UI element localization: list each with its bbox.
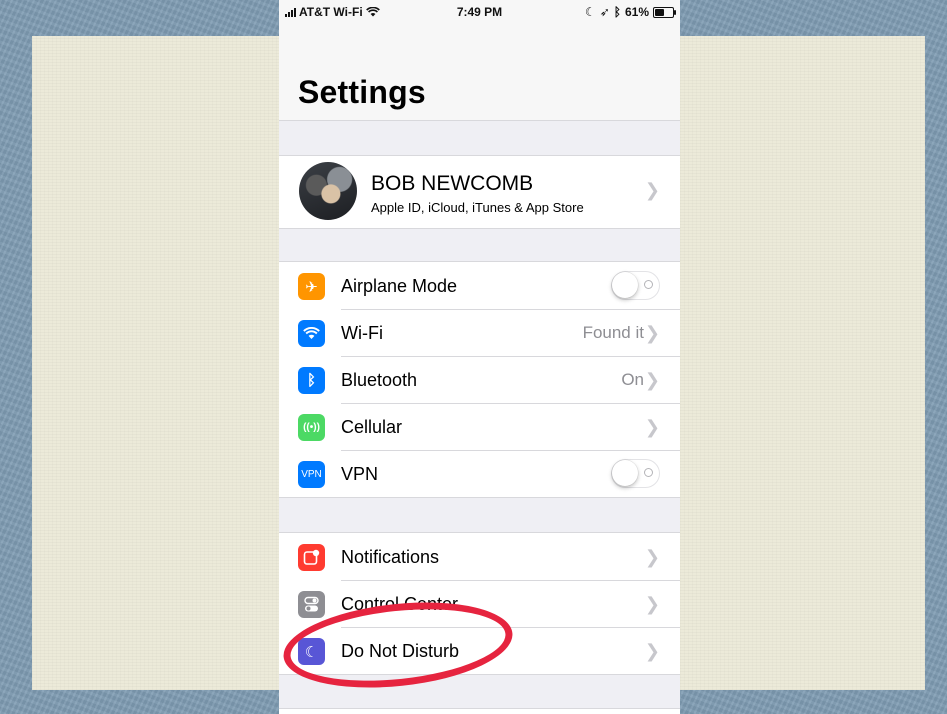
settings-row-notifications[interactable]: Notifications ❯: [279, 533, 680, 580]
network-settings-group: ✈ Airplane Mode Wi-Fi Found it ❯ ᛒ Bluet…: [279, 261, 680, 498]
wifi-value: Found it: [582, 323, 644, 342]
chevron-right-icon: ❯: [644, 370, 660, 390]
airplane-icon: ✈: [298, 273, 325, 300]
next-settings-group: [279, 708, 680, 714]
bluetooth-status-icon: ᛒ: [613, 5, 621, 19]
toggle-knob: [612, 272, 638, 298]
chevron-right-icon: ❯: [644, 641, 660, 661]
chevron-right-icon: ❯: [644, 594, 660, 614]
toggle-knob: [612, 460, 638, 486]
location-icon: ➶: [599, 5, 610, 19]
avatar: [299, 162, 357, 220]
settings-row-cellular[interactable]: ((•)) Cellular ❯: [279, 403, 680, 450]
moon-status-icon: ☾: [584, 5, 596, 19]
settings-row-airplane-mode: ✈ Airplane Mode: [279, 262, 680, 309]
row-label: VPN: [341, 464, 379, 484]
profile-subtitle: Apple ID, iCloud, iTunes & App Store: [371, 200, 584, 215]
row-label: Notifications: [341, 547, 440, 567]
profile-name: BOB NEWCOMB: [371, 172, 534, 195]
battery-percent: 61%: [624, 5, 649, 19]
chevron-right-icon: ❯: [644, 180, 660, 200]
row-label: Wi-Fi: [341, 323, 383, 343]
toggle-off-indicator-icon: [644, 468, 653, 477]
profile-row[interactable]: BOB NEWCOMB Apple ID, iCloud, iTunes & A…: [279, 155, 680, 229]
bluetooth-value: On: [621, 370, 644, 389]
phone-screen: AT&T Wi-Fi 7:49 PM ☾ ➶ ᛒ 61% Settings BO…: [279, 0, 680, 714]
cellular-icon: ((•)): [298, 414, 325, 441]
page-title: Settings: [298, 74, 426, 110]
bluetooth-icon: ᛒ: [298, 367, 325, 394]
status-bar: AT&T Wi-Fi 7:49 PM ☾ ➶ ᛒ 61%: [279, 0, 680, 22]
settings-row-bluetooth[interactable]: ᛒ Bluetooth On ❯: [279, 356, 680, 403]
slide-background: AT&T Wi-Fi 7:49 PM ☾ ➶ ᛒ 61% Settings BO…: [0, 0, 947, 714]
airplane-mode-toggle[interactable]: [611, 271, 660, 300]
wifi-glyph-icon: [303, 327, 320, 339]
battery-icon: [653, 6, 676, 18]
battery-level: [655, 8, 664, 16]
control-center-glyph-icon: [304, 596, 319, 612]
notifications-glyph-icon: [303, 549, 320, 565]
wifi-icon: [298, 320, 325, 347]
chevron-right-icon: ❯: [644, 417, 660, 437]
row-label: Airplane Mode: [341, 276, 458, 296]
settings-row-wifi[interactable]: Wi-Fi Found it ❯: [279, 309, 680, 356]
notifications-icon: [298, 544, 325, 571]
settings-row-vpn: VPN VPN: [279, 450, 680, 497]
toggle-off-indicator-icon: [644, 280, 653, 289]
vpn-icon: VPN: [298, 461, 325, 488]
row-label: Cellular: [341, 417, 403, 437]
vpn-toggle[interactable]: [611, 459, 660, 488]
row-label: Bluetooth: [341, 370, 418, 390]
chevron-right-icon: ❯: [644, 323, 660, 343]
chevron-right-icon: ❯: [644, 547, 660, 567]
control-center-icon: [298, 591, 325, 618]
nav-header: Settings: [279, 22, 680, 121]
status-right: ☾ ➶ ᛒ 61%: [584, 5, 676, 19]
